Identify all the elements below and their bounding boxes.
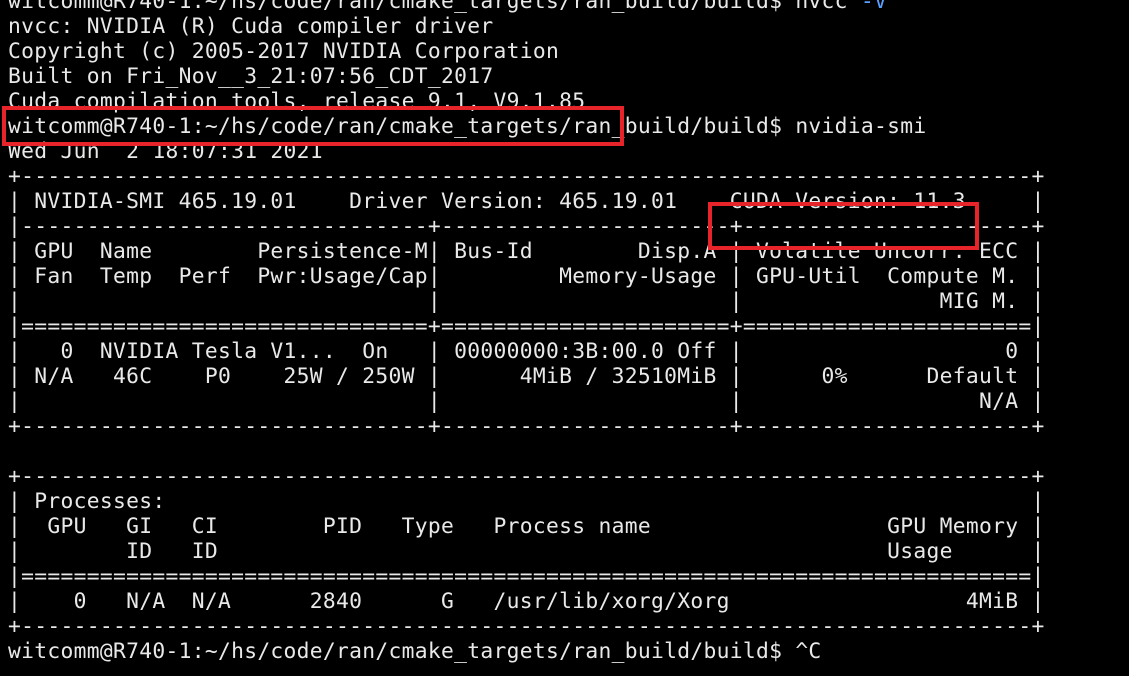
command-nvcc: nvcc: [795, 0, 861, 14]
smi-header-end: |: [965, 189, 1045, 214]
smi-column-header: | GPU Name Persistence-M| Bus-Id Disp.A …: [8, 239, 1045, 264]
nvcc-output-driver: nvcc: NVIDIA (R) Cuda compiler driver: [8, 14, 494, 39]
smi-border-top: +---------------------------------------…: [8, 164, 1045, 189]
processes-border-bottom: +---------------------------------------…: [8, 614, 1045, 639]
nvcc-output-release: Cuda compilation tools, release 9.1, V9.…: [8, 89, 586, 114]
smi-version-info: | NVIDIA-SMI 465.19.01 Driver Version: 4…: [8, 189, 730, 214]
processes-column-header: | ID ID Usage |: [8, 539, 1045, 564]
smi-column-header: | | | MIG M. |: [8, 289, 1045, 314]
smi-separator: |-------------------------------+-------…: [8, 214, 1045, 239]
command-nvidia-smi: nvidia-smi: [795, 114, 927, 139]
smi-separator-double: |===============================+=======…: [8, 314, 1045, 339]
shell-prompt: witcomm@R740-1:~/hs/code/ran/cmake_targe…: [8, 639, 796, 664]
smi-header-row: | NVIDIA-SMI 465.19.01 Driver Version: 4…: [0, 189, 1129, 214]
command-arg-v: -V: [860, 0, 888, 14]
nvcc-output-built-on: Built on Fri_Nov__3_21:07:56_CDT_2017: [8, 64, 494, 89]
processes-column-header: | GPU GI CI PID Type Process name GPU Me…: [8, 514, 1045, 539]
smi-timestamp: Wed Jun 2 18:07:31 2021: [8, 139, 323, 164]
command-interrupt: ^C: [795, 639, 822, 664]
prompt-line-nvidia-smi: witcomm@R740-1:~/hs/code/ran/cmake_targe…: [0, 114, 1129, 139]
prompt-line-interrupt: witcomm@R740-1:~/hs/code/ran/cmake_targe…: [0, 639, 1129, 664]
smi-gpu-row: | 0 NVIDIA Tesla V1... On | 00000000:3B:…: [8, 339, 1045, 364]
shell-prompt: witcomm@R740-1:~/hs/code/ran/cmake_targe…: [8, 114, 796, 139]
processes-border-top: +---------------------------------------…: [8, 464, 1045, 489]
terminal-window[interactable]: witcomm@R740-1:~/hs/code/ran/cmake_targe…: [0, 0, 1129, 676]
prompt-line-nvcc: witcomm@R740-1:~/hs/code/ran/cmake_targe…: [0, 0, 1129, 14]
cuda-version: CUDA Version: 11.3: [729, 189, 966, 214]
processes-title: | Processes: |: [8, 489, 1045, 514]
process-row: | 0 N/A N/A 2840 G /usr/lib/xorg/Xorg 4M…: [8, 589, 1045, 614]
smi-column-header: | Fan Temp Perf Pwr:Usage/Cap| Memory-Us…: [8, 264, 1045, 289]
nvcc-output-copyright: Copyright (c) 2005-2017 NVIDIA Corporati…: [8, 39, 560, 64]
smi-border-bottom: +-------------------------------+-------…: [8, 414, 1045, 439]
shell-prompt: witcomm@R740-1:~/hs/code/ran/cmake_targe…: [8, 0, 796, 14]
smi-gpu-row: | N/A 46C P0 25W / 250W | 4MiB / 32510Mi…: [8, 364, 1045, 389]
processes-separator: |=======================================…: [8, 564, 1045, 589]
smi-gpu-row: | | | N/A |: [8, 389, 1045, 414]
